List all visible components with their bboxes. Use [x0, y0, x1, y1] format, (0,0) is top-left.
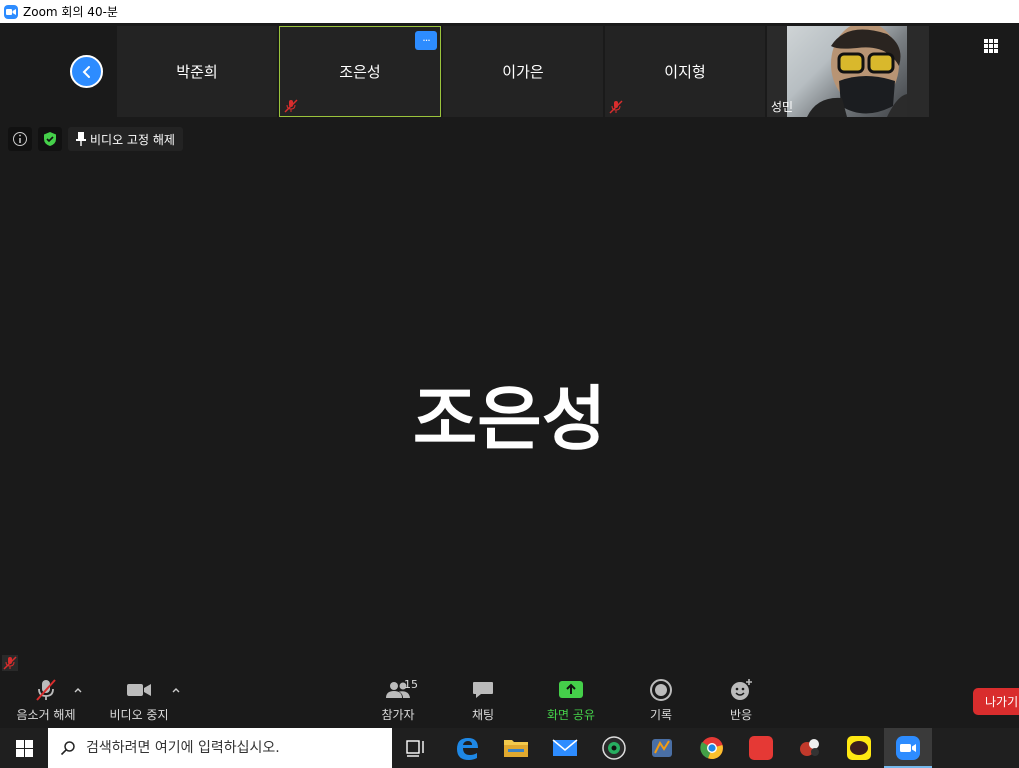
thumbnail-prev-button[interactable]: [70, 55, 103, 88]
participant-thumbnail-video[interactable]: 성민: [767, 26, 929, 117]
task-view-button[interactable]: [400, 732, 432, 764]
folder-icon: [504, 740, 528, 757]
bowling-app-icon: [800, 739, 819, 756]
zoom-app-icon: [896, 736, 920, 760]
taskbar-app-bowling[interactable]: [794, 732, 826, 764]
participant-thumbnail[interactable]: 이지형: [605, 26, 765, 117]
participant-thumbnail[interactable]: 이가은: [443, 26, 603, 117]
taskbar-camera-app[interactable]: [598, 732, 630, 764]
windows-logo-icon: [15, 739, 33, 757]
windows-taskbar: [0, 728, 1019, 768]
chat-button[interactable]: 채팅: [465, 678, 501, 723]
security-status-button[interactable]: [38, 127, 62, 151]
chrome-browser-icon: [700, 737, 723, 760]
edge-browser-icon: [457, 738, 478, 760]
thumbnail-more-button[interactable]: ···: [415, 31, 437, 50]
unpin-video-button[interactable]: 비디오 고정 해제: [68, 127, 183, 151]
reactions-button[interactable]: 반응: [723, 678, 759, 723]
participant-video-image: [807, 26, 907, 117]
meeting-info-button[interactable]: [8, 127, 32, 151]
participants-count: 15: [404, 678, 418, 691]
app-icon: [652, 739, 672, 757]
mail-icon: [552, 739, 578, 756]
taskbar-edge[interactable]: [451, 732, 483, 764]
record-label: 기록: [649, 708, 673, 722]
camera-lens-icon: [602, 736, 626, 760]
pin-icon: [76, 132, 86, 146]
taskbar-chrome[interactable]: [696, 732, 728, 764]
chevron-left-icon: [82, 65, 90, 78]
participant-thumbnail-active[interactable]: 조은성 ···: [279, 26, 441, 117]
meeting-area: 박준희 조은성 ··· 이가은 이지형 성민 비디오 고정 해제 조은성 음소거…: [0, 23, 1019, 728]
info-icon: [13, 132, 27, 146]
unmute-button[interactable]: 음소거 해제: [14, 678, 78, 723]
meeting-info-bar: 비디오 고정 해제: [8, 127, 183, 151]
muted-mic-icon: [284, 99, 298, 113]
muted-mic-icon: [36, 679, 56, 701]
record-icon: [650, 679, 672, 701]
zoom-app-icon: [4, 4, 18, 19]
self-muted-icon: [2, 655, 18, 671]
taskbar-app-red[interactable]: [745, 732, 777, 764]
share-screen-button[interactable]: 화면 공유: [543, 678, 599, 723]
participant-name: 성민: [771, 100, 794, 114]
chat-label: 채팅: [471, 708, 495, 722]
taskbar-mail[interactable]: [549, 732, 581, 764]
gallery-view-icon[interactable]: [984, 39, 998, 53]
participant-video-feed: [787, 26, 907, 117]
unmute-label: 음소거 해제: [16, 708, 76, 722]
participants-label: 참가자: [381, 708, 415, 722]
kakaotalk-icon: [847, 736, 871, 760]
taskbar-kakaotalk[interactable]: [843, 732, 875, 764]
red-app-icon: [749, 736, 773, 760]
video-options-chevron-up-icon[interactable]: [171, 685, 181, 695]
share-screen-label: 화면 공유: [547, 708, 595, 722]
record-button[interactable]: 기록: [643, 678, 679, 723]
muted-mic-icon: [609, 100, 623, 114]
taskbar-app[interactable]: [646, 732, 678, 764]
stop-video-button[interactable]: 비디오 중지: [107, 678, 171, 723]
window-title: Zoom 회의 40-분: [23, 5, 118, 19]
participants-button[interactable]: 15 참가자: [377, 678, 419, 723]
chat-bubble-icon: [473, 682, 493, 698]
shield-icon: [44, 132, 56, 146]
share-screen-icon: [559, 681, 583, 698]
search-icon: [60, 741, 75, 756]
audio-options-chevron-up-icon[interactable]: [73, 685, 83, 695]
participant-name: 박준희: [176, 63, 218, 81]
start-button[interactable]: [0, 728, 48, 768]
participant-name: 이가은: [502, 63, 544, 81]
reactions-label: 반응: [729, 708, 753, 722]
title-bar: Zoom 회의 40-분: [0, 0, 1019, 23]
participant-thumbnail[interactable]: 박준희: [117, 26, 277, 117]
reaction-smiley-icon: [731, 679, 752, 700]
participant-name: 이지형: [664, 63, 706, 81]
taskbar-file-explorer[interactable]: [500, 732, 532, 764]
stop-video-label: 비디오 중지: [109, 708, 169, 722]
search-input[interactable]: [86, 740, 376, 756]
leave-meeting-button[interactable]: 나가기: [973, 688, 1019, 715]
taskbar-zoom[interactable]: [892, 732, 924, 764]
unpin-video-label: 비디오 고정 해제: [90, 132, 175, 147]
active-speaker-name: 조은성: [412, 378, 607, 460]
video-camera-icon: [127, 684, 151, 696]
task-view-icon: [406, 740, 424, 757]
taskbar-search[interactable]: [48, 728, 392, 768]
